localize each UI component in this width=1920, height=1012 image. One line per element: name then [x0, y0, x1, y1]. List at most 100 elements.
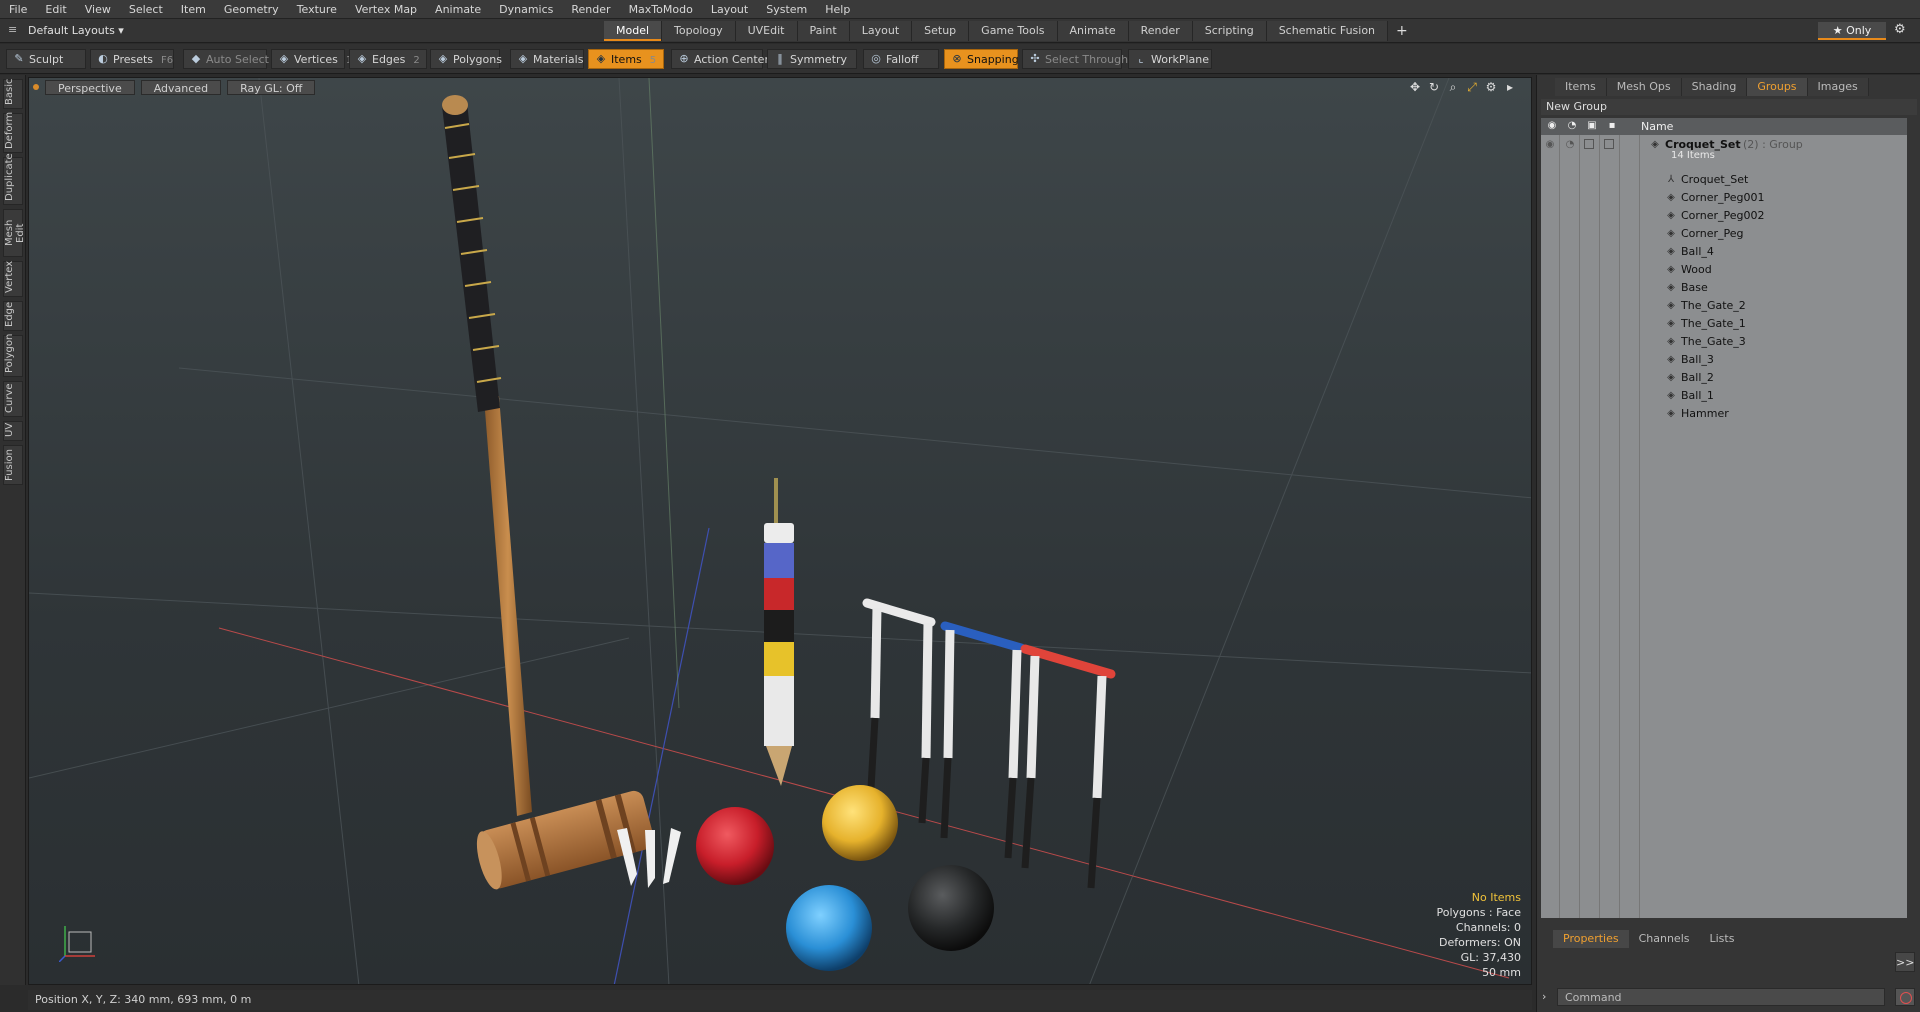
- polygons-button[interactable]: ◈ Polygons: [430, 49, 502, 69]
- mode-tab-paint[interactable]: Paint: [797, 21, 850, 41]
- bottom-tab-properties[interactable]: Properties: [1553, 930, 1629, 948]
- panel-tab-mesh-ops[interactable]: Mesh Ops: [1606, 78, 1682, 96]
- menu-item-layout[interactable]: Layout: [702, 0, 757, 19]
- menu-item-geometry[interactable]: Geometry: [215, 0, 288, 19]
- pan-icon[interactable]: ✥: [1408, 80, 1422, 95]
- presets-button[interactable]: ◐ Presets F6: [90, 49, 174, 69]
- left-tab-duplicate[interactable]: Duplicate: [3, 153, 23, 205]
- snapping-button[interactable]: ⊗ Snapping: [944, 49, 1019, 69]
- list-item[interactable]: ◈ Ball_3: [1541, 351, 1907, 369]
- mode-tab-animate[interactable]: Animate: [1057, 21, 1129, 41]
- menu-item-view[interactable]: View: [76, 0, 120, 19]
- left-tab-edge[interactable]: Edge: [3, 301, 23, 331]
- add-tab-button[interactable]: +: [1388, 21, 1416, 41]
- list-item[interactable]: ◈ Ball_1: [1541, 387, 1907, 405]
- render-icon[interactable]: ◔: [1565, 120, 1579, 133]
- expand-button[interactable]: >>: [1895, 952, 1915, 972]
- menu-item-dynamics[interactable]: Dynamics: [490, 0, 562, 19]
- left-tab-polygon[interactable]: Polygon: [3, 334, 23, 377]
- left-tab-fusion[interactable]: Fusion: [3, 445, 23, 485]
- panel-tab-shading[interactable]: Shading: [1681, 78, 1748, 96]
- axis-gizmo: [59, 926, 95, 962]
- layout-select[interactable]: Default Layouts ▾: [28, 22, 124, 40]
- mode-tab-setup[interactable]: Setup: [912, 21, 970, 41]
- mode-tab-game-tools[interactable]: Game Tools: [969, 21, 1058, 41]
- list-item[interactable]: ◈ Ball_4: [1541, 243, 1907, 261]
- record-icon[interactable]: [1895, 988, 1915, 1006]
- list-item[interactable]: ◈ The_Gate_3: [1541, 333, 1907, 351]
- zoom-icon[interactable]: ⌕: [1446, 80, 1460, 95]
- panel-tab-items[interactable]: Items: [1555, 78, 1607, 96]
- panel-tab-images[interactable]: Images: [1807, 78, 1869, 96]
- auto-select-button[interactable]: ◆ Auto Select: [183, 49, 269, 69]
- action-center-button[interactable]: ⊕ Action Center: [671, 49, 769, 69]
- shading-advanced-button[interactable]: Advanced: [140, 79, 222, 95]
- menu-item-texture[interactable]: Texture: [288, 0, 346, 19]
- select-icon[interactable]: ▪: [1605, 120, 1619, 133]
- list-item[interactable]: ◈ The_Gate_2: [1541, 297, 1907, 315]
- gear-icon[interactable]: ⚙: [1894, 22, 1906, 37]
- select-checkbox[interactable]: [1604, 139, 1614, 149]
- bottom-tab-lists[interactable]: Lists: [1700, 930, 1745, 948]
- menu-item-file[interactable]: File: [0, 0, 36, 19]
- sculpt-button[interactable]: ✎ Sculpt: [6, 49, 86, 69]
- raygl-button[interactable]: Ray GL: Off: [227, 79, 316, 95]
- left-tab-basic[interactable]: Basic: [3, 79, 23, 109]
- list-item[interactable]: ◈ Ball_2: [1541, 369, 1907, 387]
- mode-tab-layout[interactable]: Layout: [849, 21, 913, 41]
- menu-item-vertex-map[interactable]: Vertex Map: [346, 0, 426, 19]
- left-tab-vertex[interactable]: Vertex: [3, 261, 23, 297]
- panel-tab-groups[interactable]: Groups: [1747, 78, 1808, 96]
- menu-item-select[interactable]: Select: [120, 0, 172, 19]
- list-item[interactable]: ◈ The_Gate_1: [1541, 315, 1907, 333]
- left-tab-mesh-edit[interactable]: Mesh Edit: [3, 209, 26, 257]
- menu-item-animate[interactable]: Animate: [426, 0, 490, 19]
- viewport-menu-icon[interactable]: [33, 84, 39, 90]
- left-tab-deform[interactable]: Deform: [3, 112, 23, 153]
- menu-item-system[interactable]: System: [757, 0, 816, 19]
- command-input[interactable]: Command: [1557, 988, 1885, 1006]
- mode-tab-scripting[interactable]: Scripting: [1192, 21, 1267, 41]
- viewport-arrow-icon[interactable]: ▸: [1503, 80, 1517, 95]
- mode-tab-render[interactable]: Render: [1128, 21, 1193, 41]
- list-item[interactable]: ◈ Wood: [1541, 261, 1907, 279]
- eye-icon[interactable]: ◉: [1545, 120, 1559, 133]
- workplane-button[interactable]: ⌞ WorkPlane: [1128, 49, 1212, 69]
- vertices-button[interactable]: ◈Vertices1: [271, 49, 352, 69]
- materials-button[interactable]: ◈ Materials: [510, 49, 584, 69]
- new-group-button[interactable]: New Group: [1541, 99, 1917, 115]
- menu-item-render[interactable]: Render: [562, 0, 619, 19]
- menu-item-help[interactable]: Help: [816, 0, 859, 19]
- layout-menu-icon[interactable]: ≡: [8, 23, 22, 37]
- symmetry-button[interactable]: ‖ Symmetry: [767, 49, 857, 69]
- 3d-viewport[interactable]: Perspective Advanced Ray GL: Off ✥ ↻ ⌕ ⤢…: [28, 77, 1532, 985]
- left-tab-curve[interactable]: Curve: [3, 381, 23, 417]
- only-button[interactable]: ★ Only: [1818, 22, 1886, 40]
- list-item[interactable]: ◈ Hammer: [1541, 405, 1907, 423]
- list-item[interactable]: ◈ Base: [1541, 279, 1907, 297]
- mode-tab-model[interactable]: Model: [604, 21, 663, 41]
- viewport-gear-icon[interactable]: ⚙: [1484, 80, 1498, 95]
- bottom-tab-channels[interactable]: Channels: [1629, 930, 1700, 948]
- list-item[interactable]: ◈ Corner_Peg001: [1541, 189, 1907, 207]
- view-perspective-button[interactable]: Perspective: [45, 79, 135, 95]
- edges-button[interactable]: ◈ Edges 2: [349, 49, 427, 69]
- rotate-icon[interactable]: ↻: [1427, 80, 1441, 95]
- list-item[interactable]: ◈ Corner_Peg002: [1541, 207, 1907, 225]
- list-item[interactable]: ⅄ Croquet_Set: [1541, 171, 1907, 189]
- lock-icon[interactable]: ▣: [1585, 120, 1599, 133]
- select-through-button[interactable]: ✣ Select Through: [1022, 49, 1128, 69]
- maximize-icon[interactable]: ⤢: [1465, 80, 1479, 95]
- menu-item-edit[interactable]: Edit: [36, 0, 75, 19]
- lock-checkbox[interactable]: [1584, 139, 1594, 149]
- mode-tab-schematic-fusion[interactable]: Schematic Fusion: [1266, 21, 1389, 41]
- menu-item-maxtomodo[interactable]: MaxToModo: [620, 0, 702, 19]
- items-button[interactable]: ◈ Items 5: [588, 49, 664, 69]
- left-tab-uv[interactable]: UV: [3, 421, 23, 441]
- vertices-icon: ◈: [279, 52, 289, 65]
- mode-tab-uvedit[interactable]: UVEdit: [735, 21, 798, 41]
- falloff-button[interactable]: ◎ Falloff: [863, 49, 939, 69]
- list-item[interactable]: ◈ Corner_Peg: [1541, 225, 1907, 243]
- mode-tab-topology[interactable]: Topology: [662, 21, 736, 41]
- menu-item-item[interactable]: Item: [172, 0, 215, 19]
